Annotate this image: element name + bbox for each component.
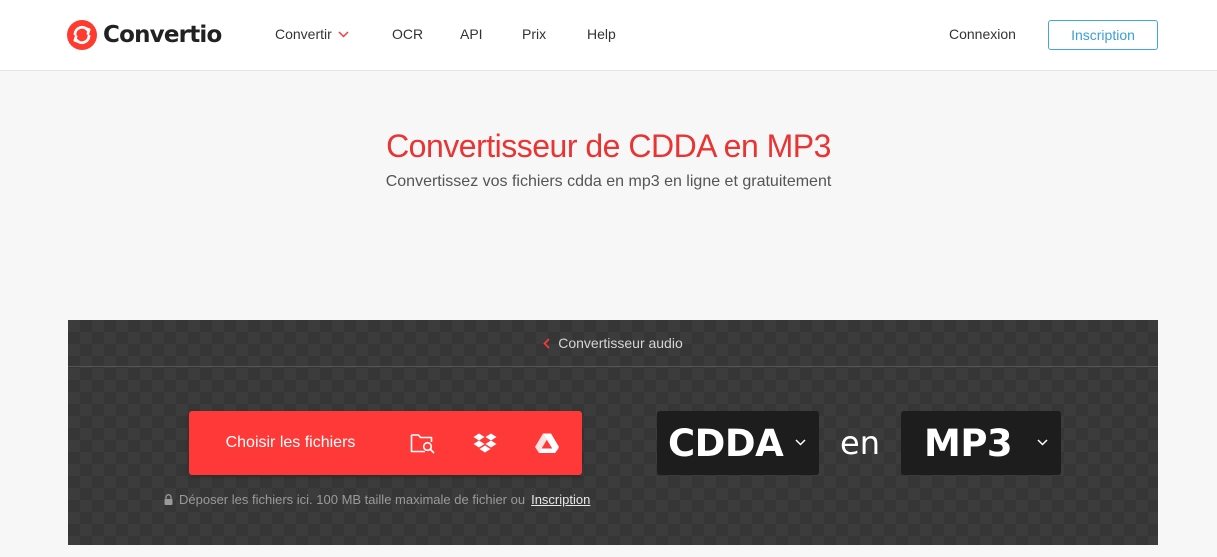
nav-convertir-label: Convertir <box>275 26 332 42</box>
google-drive-icon <box>535 433 559 453</box>
source-format-select[interactable]: CDDA <box>657 411 819 475</box>
folder-search-icon <box>410 434 435 454</box>
from-device-button[interactable] <box>392 411 454 475</box>
nav-api[interactable]: API <box>460 26 483 42</box>
convertio-logo[interactable]: Convertio <box>67 19 222 51</box>
page-subtitle: Convertissez vos fichiers cdda en mp3 en… <box>385 173 832 190</box>
dropbox-icon <box>473 433 497 453</box>
chevron-down-icon <box>338 30 349 38</box>
chevron-left-icon <box>543 337 550 349</box>
back-link-label: Convertisseur audio <box>558 335 683 351</box>
convertio-logo-icon <box>67 20 97 50</box>
nav-prix[interactable]: Prix <box>522 26 546 42</box>
target-format-select[interactable]: MP3 <box>901 411 1061 475</box>
nav-ocr[interactable]: OCR <box>392 26 423 42</box>
top-header: Convertio Convertir OCR API Prix Help Co… <box>0 0 1217 71</box>
lock-icon <box>164 494 173 505</box>
drop-note-signup-link[interactable]: Inscription <box>531 492 590 507</box>
from-google-drive-button[interactable] <box>516 411 578 475</box>
source-format-value: CDDA <box>668 421 784 465</box>
format-connector-text: en <box>840 424 880 462</box>
nav-help[interactable]: Help <box>587 26 616 42</box>
back-to-audio-converter-link[interactable]: Convertisseur audio <box>543 335 683 351</box>
converter-panel: Convertisseur audio Choisir les fichiers <box>68 320 1158 545</box>
choose-files-button[interactable]: Choisir les fichiers <box>189 411 392 475</box>
drop-files-note: Déposer les fichiers ici. 100 MB taille … <box>164 492 590 507</box>
from-dropbox-button[interactable] <box>454 411 516 475</box>
choose-files-group: Choisir les fichiers <box>189 411 582 475</box>
chevron-down-icon <box>1037 439 1048 446</box>
login-link[interactable]: Connexion <box>949 26 1016 42</box>
signup-button[interactable]: Inscription <box>1048 20 1158 50</box>
nav-convertir[interactable]: Convertir <box>275 26 349 42</box>
target-format-value: MP3 <box>924 421 1013 465</box>
panel-breadcrumb-bar: Convertisseur audio <box>68 320 1158 367</box>
logo-text: Convertio <box>103 22 222 48</box>
chevron-down-icon <box>795 439 806 446</box>
page-title: Convertisseur de CDDA en MP3 <box>386 128 831 164</box>
drop-note-text: Déposer les fichiers ici. 100 MB taille … <box>179 492 526 507</box>
